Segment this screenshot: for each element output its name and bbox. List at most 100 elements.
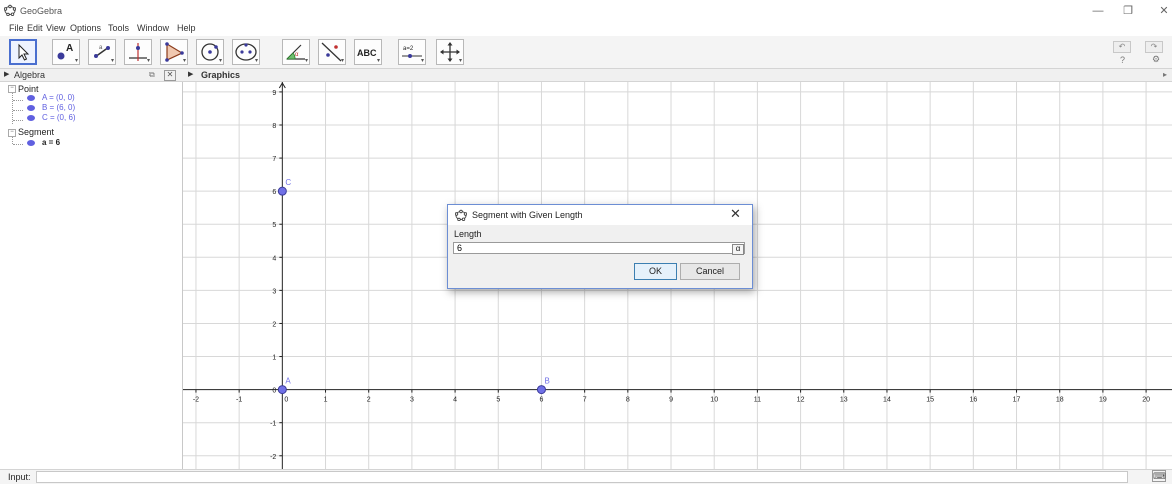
x-tick-label: 10: [710, 397, 718, 404]
keyboard-icon[interactable]: ⌨: [1152, 470, 1166, 482]
y-tick-label: 6: [272, 189, 276, 196]
menu-tools[interactable]: Tools: [108, 22, 129, 35]
y-tick-label: 2: [272, 321, 276, 328]
x-tick-label: 17: [1013, 397, 1021, 404]
dialog-close-button[interactable]: ✕: [730, 207, 741, 221]
y-tick-label: 4: [272, 255, 276, 262]
tool-submenu-arrow-icon: ▾: [254, 58, 258, 64]
x-tick-label: 5: [496, 397, 500, 404]
algebra-view-header: ▶ Algebra ⧉ ✕: [0, 69, 183, 82]
menu-view[interactable]: View: [46, 22, 65, 35]
x-tick-label: 14: [883, 397, 891, 404]
y-tick-label: 1: [272, 355, 276, 362]
close-window-button[interactable]: ✕: [1150, 3, 1172, 19]
algebra-item-point-a[interactable]: A = (0, 0): [42, 93, 75, 103]
point-c[interactable]: [277, 186, 287, 196]
redo-icon[interactable]: ↷: [1145, 41, 1163, 53]
close-view-icon[interactable]: ✕: [164, 70, 176, 81]
move-tool[interactable]: [9, 39, 37, 65]
collapse-triangle-icon[interactable]: ▶: [188, 70, 193, 80]
input-field[interactable]: [36, 471, 1128, 483]
x-tick-label: 8: [626, 397, 630, 404]
gear-icon[interactable]: ⚙: [1152, 54, 1160, 65]
x-tick-label: -2: [193, 397, 199, 404]
x-tick-label: 18: [1056, 397, 1064, 404]
menu-help[interactable]: Help: [177, 22, 196, 35]
perpendicular-line-tool[interactable]: ▾: [124, 39, 152, 65]
y-tick-label: 7: [272, 156, 276, 163]
svg-text:a=2: a=2: [403, 46, 414, 52]
collapse-triangle-icon[interactable]: ▶: [4, 70, 9, 80]
x-tick-label: 15: [926, 397, 934, 404]
geogebra-logo-icon: [4, 4, 16, 16]
collapse-point-icon[interactable]: −: [8, 85, 16, 93]
restore-button[interactable]: ❐: [1114, 3, 1142, 19]
undo-icon[interactable]: ↶: [1113, 41, 1131, 53]
line-tool[interactable]: a ▾: [88, 39, 116, 65]
visibility-toggle-icon[interactable]: [27, 140, 35, 146]
x-tick-label: 13: [840, 397, 848, 404]
x-tick-label: 7: [583, 397, 587, 404]
visibility-toggle-icon[interactable]: [27, 115, 35, 121]
symbol-picker-button[interactable]: α: [732, 244, 744, 255]
tool-submenu-arrow-icon: ▾: [420, 58, 424, 64]
point-a[interactable]: [277, 385, 287, 395]
x-tick-label: 3: [410, 397, 414, 404]
menu-edit[interactable]: Edit: [27, 22, 43, 35]
y-tick-label: 0: [272, 388, 276, 395]
tool-submenu-arrow-icon: ▾: [182, 58, 186, 64]
menu-options[interactable]: Options: [70, 22, 101, 35]
window-titlebar: GeoGebra — ❐ ✕: [0, 0, 1172, 22]
y-tick-label: 9: [272, 90, 276, 97]
collapse-segment-icon[interactable]: −: [8, 129, 16, 137]
polygon-tool[interactable]: ▾: [160, 39, 188, 65]
x-tick-label: 20: [1142, 397, 1150, 404]
graphics-view-title: Graphics: [201, 70, 241, 80]
algebra-item-point-c[interactable]: C = (0, 6): [42, 113, 76, 123]
minimize-button[interactable]: —: [1084, 3, 1112, 19]
reflect-tool[interactable]: ▾: [318, 39, 346, 65]
slider-tool[interactable]: a=2 ▾: [398, 39, 426, 65]
point-tool[interactable]: A ▾: [52, 39, 80, 65]
x-tick-label: 9: [669, 397, 673, 404]
x-tick-label: 11: [754, 397, 761, 404]
tool-submenu-arrow-icon: ▾: [74, 58, 78, 64]
x-tick-label: 1: [324, 397, 328, 404]
y-tick-label: 5: [272, 222, 276, 229]
style-bar-toggle-icon[interactable]: ▸: [1163, 70, 1167, 80]
y-tick-label: -2: [270, 454, 276, 461]
circle-tool[interactable]: ▾: [196, 39, 224, 65]
svg-text:a: a: [99, 45, 103, 51]
angle-tool[interactable]: α ▾: [282, 39, 310, 65]
algebra-item-segment-a[interactable]: a = 6: [42, 138, 60, 148]
text-tool[interactable]: ABC ▾: [354, 39, 382, 65]
algebra-item-point-b[interactable]: B = (6, 0): [42, 103, 75, 113]
length-label: Length: [454, 229, 482, 239]
move-graphics-tool[interactable]: ▾: [436, 39, 464, 65]
menu-window[interactable]: Window: [137, 22, 169, 35]
tool-submenu-arrow-icon: ▾: [218, 58, 222, 64]
help-button[interactable]: ?: [1120, 55, 1125, 65]
visibility-toggle-icon[interactable]: [27, 95, 35, 101]
dialog-titlebar: Segment with Given Length ✕: [448, 205, 752, 225]
x-tick-label: 19: [1099, 397, 1107, 404]
menu-file[interactable]: File: [9, 22, 24, 35]
cancel-button[interactable]: Cancel: [680, 263, 740, 280]
length-input[interactable]: [453, 242, 745, 254]
algebra-view: − Point A = (0, 0) B = (6, 0) C = (0, 6)…: [0, 82, 183, 469]
point-label-a: A: [285, 377, 291, 386]
tool-submenu-arrow-icon: ▾: [458, 58, 462, 64]
app-title: GeoGebra: [20, 6, 63, 16]
visibility-toggle-icon[interactable]: [27, 105, 35, 111]
undock-icon[interactable]: ⧉: [149, 70, 155, 80]
geogebra-logo-icon: [455, 209, 467, 221]
y-tick-label: -1: [270, 421, 276, 428]
input-label: Input:: [8, 472, 31, 482]
tool-submenu-arrow-icon: ▾: [304, 58, 308, 64]
ok-button[interactable]: OK: [634, 263, 677, 280]
ellipse-tool[interactable]: ▾: [232, 39, 260, 65]
segment-length-dialog: Segment with Given Length ✕ Length α OK …: [447, 204, 753, 289]
y-tick-label: 8: [272, 123, 276, 130]
y-tick-label: 3: [272, 288, 276, 295]
point-b[interactable]: [536, 385, 546, 395]
